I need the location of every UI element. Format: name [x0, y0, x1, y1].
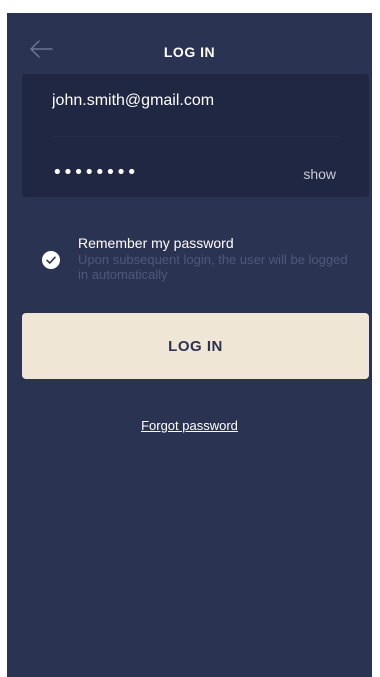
remember-hint: Upon subsequent login, the user will be … [78, 252, 348, 282]
remember-label: Remember my password [78, 235, 234, 251]
show-password-button[interactable]: show [303, 166, 336, 182]
check-circle-icon [46, 256, 56, 264]
login-button-label: LOG IN [168, 338, 223, 355]
email-field[interactable] [52, 92, 342, 110]
login-button[interactable]: LOG IN [22, 313, 369, 379]
page-title: LOG IN [163, 44, 216, 60]
password-field[interactable] [52, 162, 272, 183]
field-divider [52, 136, 339, 137]
credentials-card: show [22, 74, 369, 197]
remember-password-option: Remember my password Upon subsequent log… [42, 235, 362, 295]
login-screen: LOG IN show Remember my password Upon su… [7, 13, 372, 677]
remember-checkbox[interactable] [42, 251, 60, 269]
forgot-password-row: Forgot password [7, 418, 372, 433]
forgot-password-link[interactable]: Forgot password [141, 418, 238, 433]
